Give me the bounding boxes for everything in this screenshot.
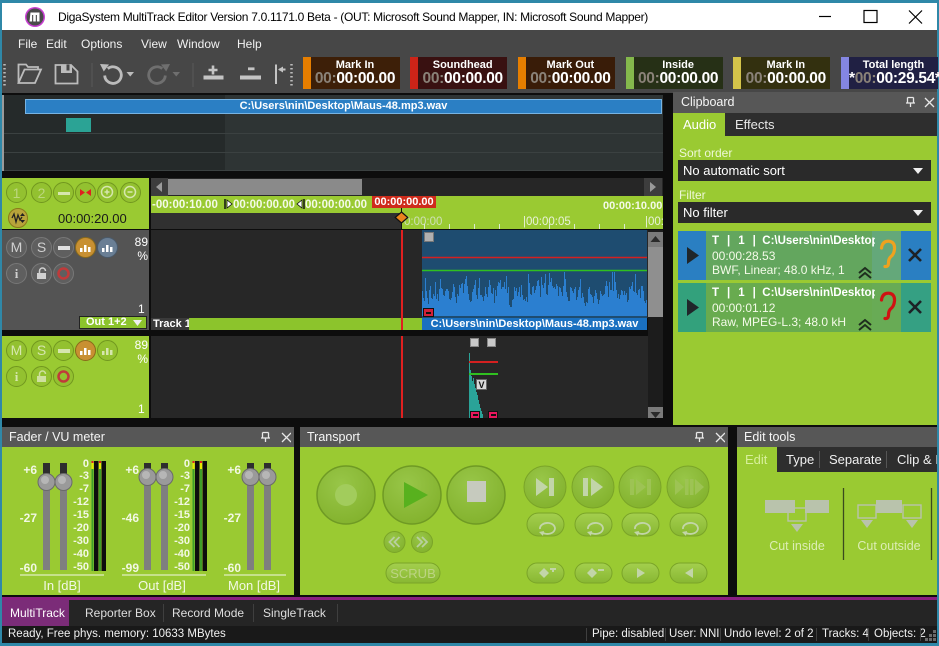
svg-text:-40: -40 <box>174 548 190 560</box>
svg-text:SCRUB: SCRUB <box>390 566 436 581</box>
svg-text:-7: -7 <box>79 483 89 495</box>
svg-text:Mon [dB]: Mon [dB] <box>228 578 280 593</box>
svg-text:-99: -99 <box>122 561 140 575</box>
svg-text:-50: -50 <box>174 561 190 573</box>
svg-text:-20: -20 <box>174 522 190 534</box>
svg-text:Cut inside: Cut inside <box>769 539 825 553</box>
svg-text:-7: -7 <box>180 483 190 495</box>
svg-text:-60: -60 <box>20 561 38 575</box>
svg-text:-60: -60 <box>224 561 242 575</box>
svg-text:+6: +6 <box>23 463 37 477</box>
svg-text:Cut outside: Cut outside <box>857 539 920 553</box>
svg-text:-3: -3 <box>180 470 190 482</box>
svg-text:-27: -27 <box>224 511 242 525</box>
svg-text:-30: -30 <box>174 535 190 547</box>
svg-text:In [dB]: In [dB] <box>43 578 81 593</box>
svg-text:-12: -12 <box>174 496 190 508</box>
svg-text:0: 0 <box>184 458 190 470</box>
svg-text:-30: -30 <box>73 535 89 547</box>
svg-text:0: 0 <box>83 458 89 470</box>
svg-text:-3: -3 <box>79 470 89 482</box>
svg-text:-40: -40 <box>73 548 89 560</box>
svg-text:Out [dB]: Out [dB] <box>138 578 186 593</box>
svg-text:+6: +6 <box>125 463 139 477</box>
svg-text:+6: +6 <box>227 463 241 477</box>
svg-text:-15: -15 <box>174 509 190 521</box>
svg-text:-20: -20 <box>73 522 89 534</box>
svg-text:-15: -15 <box>73 509 89 521</box>
svg-text:-46: -46 <box>122 511 140 525</box>
svg-text:-12: -12 <box>73 496 89 508</box>
svg-text:-50: -50 <box>73 561 89 573</box>
svg-text:-27: -27 <box>20 511 38 525</box>
